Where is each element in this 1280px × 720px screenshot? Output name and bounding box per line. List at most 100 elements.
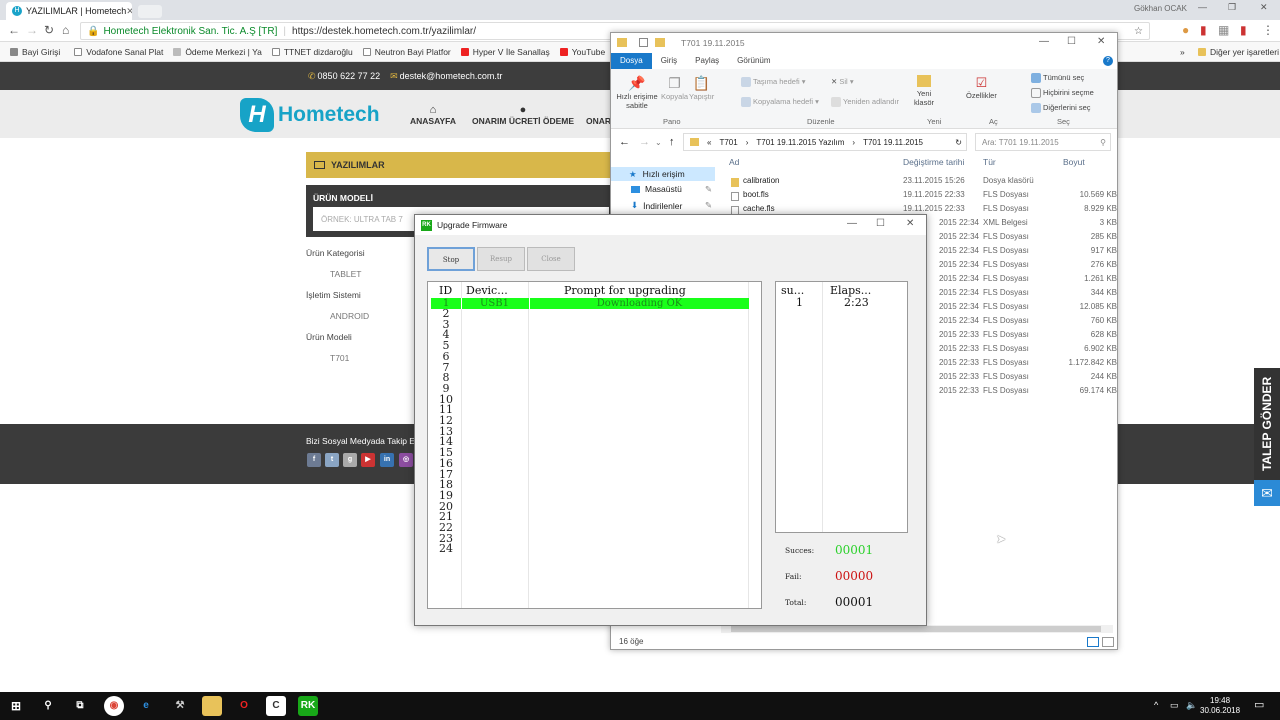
col-date[interactable]: Değiştirme tarihi [903, 157, 964, 167]
nav-desktop[interactable]: Masaüstü ✎ [631, 184, 712, 194]
tab-share[interactable]: Paylaş [686, 53, 728, 69]
tab-view[interactable]: Görünüm [728, 53, 779, 69]
extension-3-icon[interactable]: ▦ [1218, 23, 1229, 37]
instagram-icon[interactable]: ◎ [399, 453, 413, 467]
path-segment-2[interactable]: T701 19.11.2015 Yazılım [756, 138, 844, 147]
task-view-icon[interactable]: ⧉ [70, 696, 90, 716]
site-logo[interactable]: H Hometech [240, 98, 380, 132]
bookmark-0[interactable]: Bayi Girişi [10, 47, 60, 57]
phone-number[interactable]: 0850 622 77 22 [318, 71, 381, 81]
col-name[interactable]: Ad [729, 157, 739, 167]
path-segment-3[interactable]: T701 19.11.2015 [863, 138, 923, 147]
new-folder-quick-icon[interactable] [655, 38, 665, 47]
properties-quick-icon[interactable] [639, 38, 648, 47]
windows-start-icon[interactable]: ⊞ [6, 696, 26, 716]
minimize-icon[interactable]: — [1198, 2, 1207, 12]
bookmark-1[interactable]: Vodafone Sanal Plat [74, 47, 163, 57]
bookmarks-overflow-icon[interactable]: » [1180, 47, 1185, 57]
path-segment-1[interactable]: T701 [719, 138, 737, 147]
network-icon[interactable]: ▭ [1170, 700, 1179, 711]
back-icon[interactable]: ← [619, 136, 630, 148]
nav-repair[interactable]: ONAR [586, 104, 611, 126]
col-type[interactable]: Tür [983, 157, 996, 167]
send-request-button[interactable]: TALEP GÖNDER [1254, 368, 1280, 480]
nav-downloads[interactable]: ⬇ İndirilenler ✎ [631, 200, 712, 211]
linkedin-icon[interactable]: in [380, 453, 394, 467]
filter-value-category[interactable]: TABLET [330, 269, 362, 279]
tools-icon[interactable]: ⚒ [170, 696, 190, 716]
chrome-user[interactable]: Gökhan OCAK [1134, 4, 1187, 13]
youtube-icon[interactable]: ▶ [361, 453, 375, 467]
close-button[interactable]: Close [527, 247, 575, 271]
new-tab-button[interactable] [138, 5, 162, 18]
edge-icon[interactable]: e [136, 696, 156, 716]
col-size[interactable]: Boyut [1063, 157, 1085, 167]
move-to-button[interactable]: Taşıma hedefi ▾ [741, 77, 806, 88]
invert-selection-button[interactable]: Diğerlerini seç [1031, 103, 1091, 114]
opera-icon[interactable]: O [234, 696, 254, 716]
restore-icon[interactable]: ❐ [1228, 2, 1236, 13]
reload-icon[interactable]: ↻ [44, 23, 54, 37]
google-plus-icon[interactable]: g [343, 453, 357, 467]
forward-icon[interactable]: → [639, 136, 650, 148]
close-icon[interactable]: ✕ [906, 218, 914, 229]
forward-icon[interactable]: → [26, 23, 38, 37]
bookmark-4[interactable]: Neutron Bayi Platfor [362, 47, 451, 57]
bookmark-6[interactable]: YouTube [559, 47, 605, 57]
nav-quick-access[interactable]: ★ Hızlı erişim [611, 167, 715, 181]
notifications-icon[interactable]: ▭ [1254, 698, 1264, 711]
email-link[interactable]: destek@hometech.com.tr [400, 71, 503, 81]
filter-value-model[interactable]: T701 [330, 353, 349, 363]
resup-button[interactable]: Resup [477, 247, 525, 271]
select-none-button[interactable]: Hiçbirini seçme [1031, 88, 1094, 99]
bookmark-2[interactable]: Ödeme Merkezi | Ya [173, 47, 262, 57]
close-icon[interactable]: ✕ [1097, 36, 1105, 47]
explorer-path-bar[interactable]: « T701 › T701 19.11.2015 Yazılım › T701 … [683, 133, 967, 151]
extension-icon[interactable]: ● [1182, 23, 1189, 37]
twitter-icon[interactable]: t [325, 453, 339, 467]
file-explorer-icon[interactable] [202, 696, 222, 716]
nav-home[interactable]: ⌂ ANASAYFA [410, 104, 456, 126]
volume-icon[interactable]: 🔈 [1186, 700, 1197, 711]
explorer-search-input[interactable]: Ara: T701 19.11.2015 ⚲ [975, 133, 1111, 151]
tab-file[interactable]: Dosya [611, 53, 652, 69]
scrollbar-thumb[interactable] [731, 626, 1101, 632]
large-icons-view-icon[interactable] [1102, 637, 1114, 647]
menu-icon[interactable]: ⋮ [1262, 23, 1274, 37]
filter-value-os[interactable]: ANDROID [330, 311, 369, 321]
rename-button[interactable]: Yeniden adlandır [831, 97, 899, 108]
maximize-icon[interactable]: ☐ [876, 218, 885, 229]
details-view-icon[interactable] [1087, 637, 1099, 647]
back-icon[interactable]: ← [8, 23, 20, 37]
close-window-icon[interactable]: ✕ [1260, 2, 1268, 13]
minimize-icon[interactable]: — [1039, 36, 1049, 47]
extension-4-icon[interactable]: ▮ [1240, 23, 1247, 37]
tab-home[interactable]: Giriş [652, 53, 686, 69]
maximize-icon[interactable]: ☐ [1067, 36, 1076, 47]
stop-button[interactable]: Stop [427, 247, 475, 271]
nav-repair-payment[interactable]: ● ONARIM ÜCRETİ ÖDEME [472, 104, 574, 126]
copy-to-button[interactable]: Kopyalama hedefi ▾ [741, 97, 819, 108]
star-icon[interactable]: ☆ [1134, 26, 1143, 37]
help-icon[interactable]: ? [1103, 56, 1113, 66]
envelope-icon[interactable]: ✉ [1254, 480, 1280, 506]
minimize-icon[interactable]: — [847, 218, 857, 229]
bookmark-5[interactable]: Hyper V İle Sanallaş [460, 47, 550, 57]
copy-button[interactable]: ❐ Kopyala [661, 75, 688, 101]
browser-tab-active[interactable]: H YAZILIMLAR | Hometech ✕ [6, 2, 132, 20]
chrome-icon[interactable]: ◉ [104, 696, 124, 716]
camtasia-icon[interactable]: C [266, 696, 286, 716]
pin-quick-access-button[interactable]: 📌 Hızlı erişime sabitle [615, 75, 659, 110]
delete-button[interactable]: ✕ Sil ▾ [831, 77, 854, 86]
other-bookmarks[interactable]: Diğer yer işaretleri [1198, 47, 1279, 57]
extension-2-icon[interactable]: ▮ [1200, 23, 1207, 37]
up-icon[interactable]: ↑ [669, 136, 675, 148]
select-all-button[interactable]: Tümünü seç [1031, 73, 1084, 84]
recent-dropdown-icon[interactable]: ⌄ [655, 138, 662, 147]
close-tab-icon[interactable]: ✕ [126, 6, 132, 17]
bookmark-3[interactable]: TTNET dizdaroğlu [271, 47, 353, 57]
tray-chevron-icon[interactable]: ^ [1154, 700, 1158, 710]
rk-taskbar-icon[interactable]: RK [298, 696, 318, 716]
properties-button[interactable]: ☑ Özellikler [966, 75, 997, 100]
home-icon[interactable]: ⌂ [62, 23, 69, 37]
